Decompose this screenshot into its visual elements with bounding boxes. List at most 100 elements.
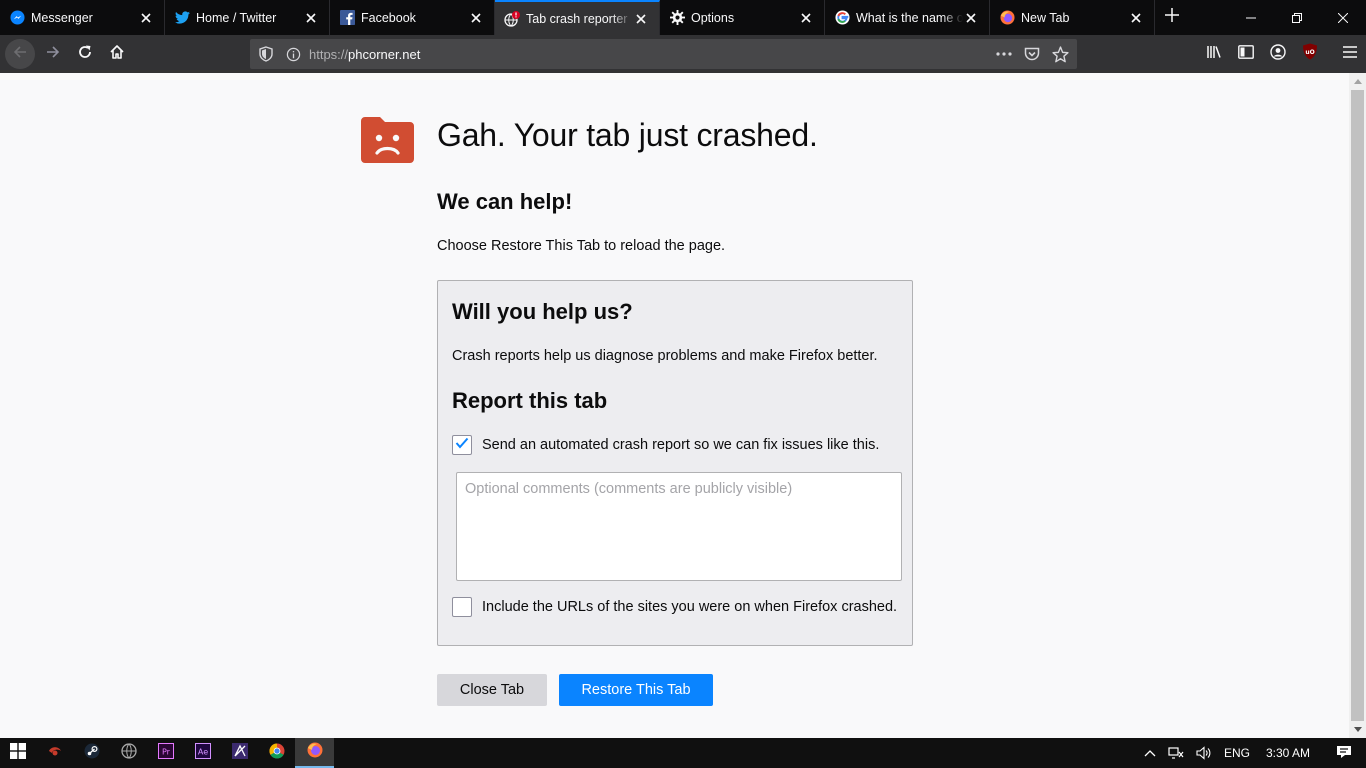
hamburger-menu-icon [1343,45,1357,63]
checkmark-icon [455,436,469,454]
close-window-button[interactable] [1320,0,1366,35]
account-button[interactable] [1262,39,1294,69]
chrome-icon [268,742,285,764]
report-tab-heading: Report this tab [452,388,608,413]
report-box-heading: Will you help us? [452,299,633,324]
tab-strip: Messenger Home / Twitter Facebook Tab cr… [0,0,1366,35]
send-report-checkbox[interactable] [452,435,472,455]
volume-icon[interactable] [1190,738,1218,768]
page-actions-icon[interactable] [993,52,1015,56]
premiere-pro-icon: Pr [157,742,174,764]
pocket-icon[interactable] [1021,47,1043,62]
library-icon [1206,44,1222,65]
account-icon [1270,43,1286,65]
window-controls [1228,0,1366,35]
show-hidden-icons[interactable] [1138,738,1162,768]
clock[interactable]: 3:30 AM [1256,738,1322,768]
info-icon[interactable] [286,47,301,62]
tab-twitter[interactable]: Home / Twitter [165,0,330,35]
home-button[interactable] [102,39,132,69]
arrow-left-icon [12,44,28,65]
url-text: https://phcorner.net [309,47,420,62]
action-center-button[interactable] [1322,738,1366,768]
scrollbar-thumb[interactable] [1351,90,1364,721]
close-icon[interactable] [1128,10,1144,26]
url-host: phcorner.net [348,46,421,62]
tab-title: Home / Twitter [196,10,277,25]
firefox-icon [999,10,1015,26]
scroll-up-icon[interactable] [1349,73,1366,90]
vertical-scrollbar[interactable] [1349,73,1366,738]
ublock-button[interactable]: uO [1294,39,1326,69]
messenger-icon [9,10,25,26]
close-icon[interactable] [303,10,319,26]
tab-facebook[interactable]: Facebook [330,0,495,35]
after-effects-icon: Ae [194,742,211,764]
send-report-row: Send an automated crash report so we can… [452,435,879,455]
report-box: Will you help us? Crash reports help us … [437,280,913,646]
taskbar-after-effects[interactable]: Ae [184,738,221,768]
include-urls-checkbox[interactable] [452,597,472,617]
tab-google-search[interactable]: What is the name of [825,0,990,35]
help-text: Choose Restore This Tab to reload the pa… [437,238,726,254]
tab-messenger[interactable]: Messenger [0,0,165,35]
close-icon[interactable] [138,10,154,26]
send-report-label: Send an automated crash report so we can… [482,437,880,453]
language-indicator[interactable]: ENG [1218,738,1256,768]
tab-crash-reporter[interactable]: Tab crash reporter [495,0,660,35]
tab-new-tab[interactable]: New Tab [990,0,1155,35]
navigation-toolbar: https://phcorner.net uO [0,35,1366,73]
taskbar-app-1[interactable] [36,738,73,768]
scroll-down-icon[interactable] [1349,721,1366,738]
crashed-globe-icon [504,10,520,27]
back-button[interactable] [5,39,35,69]
include-urls-label: Include the URLs of the sites you were o… [482,599,898,615]
network-icon[interactable] [1162,738,1190,768]
close-icon[interactable] [798,10,814,26]
crash-page: Gah. Your tab just crashed. We can help!… [0,73,1349,738]
minimize-button[interactable] [1228,0,1274,35]
start-button[interactable] [0,738,36,768]
notification-icon [1336,745,1352,762]
restore-tab-button[interactable]: Restore This Tab [559,674,713,706]
menu-button[interactable] [1334,39,1366,69]
tracking-shield-icon[interactable] [259,46,273,62]
svg-text:Pr: Pr [162,747,171,756]
bookmark-star-icon[interactable] [1049,45,1071,63]
taskbar: Pr Ae ENG 3:30 AM [0,738,1366,768]
editor-app-icon [231,742,248,764]
page-title: Gah. Your tab just crashed. [437,117,818,153]
firefox-icon [307,742,323,763]
library-button[interactable] [1198,39,1230,69]
svg-text:uO: uO [1305,49,1314,56]
taskbar-premiere[interactable]: Pr [147,738,184,768]
close-icon[interactable] [963,10,979,26]
home-icon [109,44,125,65]
taskbar-chrome[interactable] [258,738,295,768]
tab-title: Tab crash reporter [526,11,628,26]
close-icon[interactable] [633,11,649,27]
url-bar[interactable]: https://phcorner.net [250,39,1077,69]
app-logo-icon [47,744,63,763]
url-actions [993,39,1071,69]
restore-window-button[interactable] [1274,0,1320,35]
comments-field[interactable] [456,472,902,581]
close-icon[interactable] [468,10,484,26]
url-protocol: https:// [309,46,349,62]
sidebar-button[interactable] [1230,39,1262,69]
taskbar-media-app[interactable] [110,738,147,768]
taskbar-steam[interactable] [73,738,110,768]
sidebar-icon [1238,44,1254,64]
close-tab-button[interactable]: Close Tab [437,674,547,706]
forward-button[interactable] [38,39,68,69]
taskbar-editor-app[interactable] [221,738,258,768]
tab-options[interactable]: Options [660,0,825,35]
google-icon [834,10,850,26]
taskbar-firefox[interactable] [295,738,334,768]
tab-title: Options [691,10,735,25]
tab-title: Facebook [361,10,416,25]
tab-title: Messenger [31,10,93,25]
new-tab-button[interactable] [1155,0,1189,35]
reload-button[interactable] [70,39,100,69]
system-tray: ENG 3:30 AM [1138,738,1366,768]
